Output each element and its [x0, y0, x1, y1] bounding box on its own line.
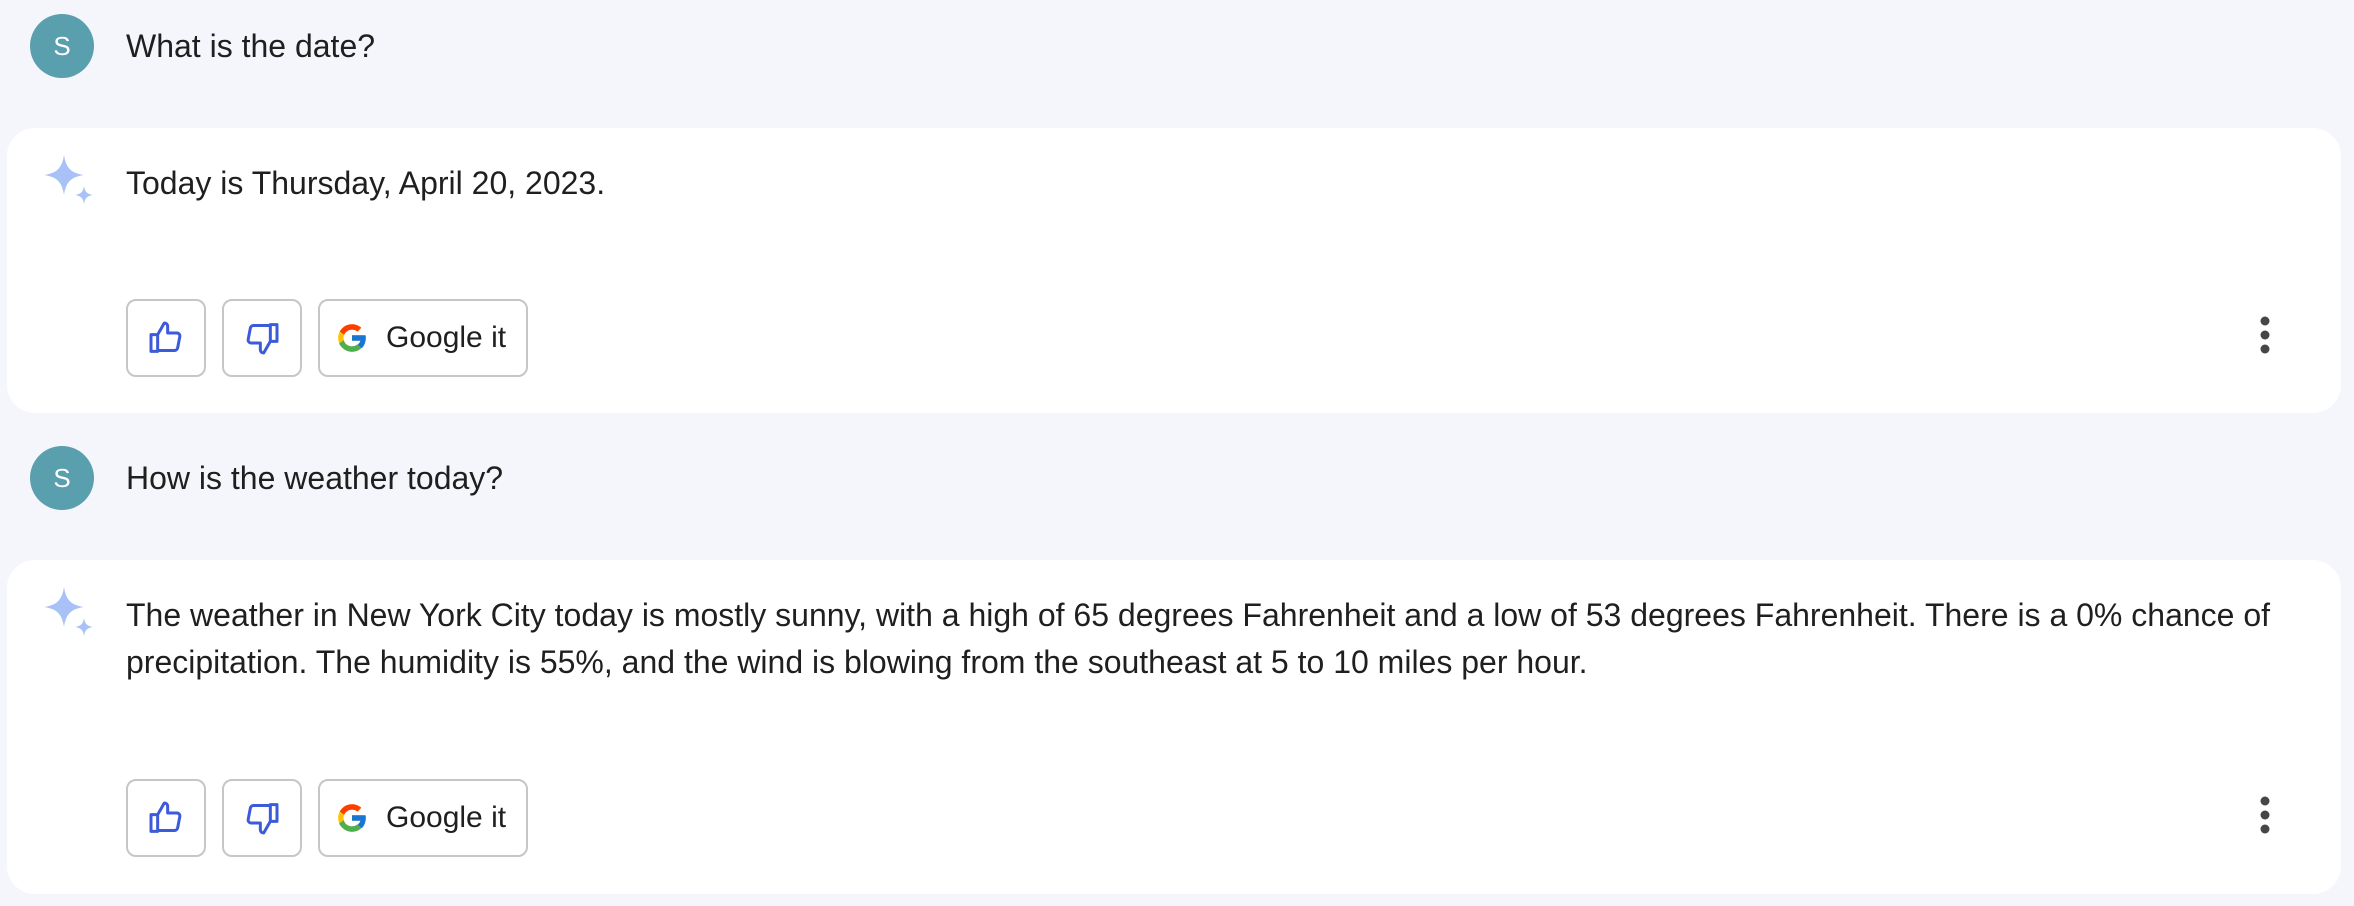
user-avatar[interactable]: S [30, 446, 94, 510]
user-message-text: How is the weather today? [126, 460, 504, 496]
more-vertical-icon [2260, 796, 2270, 834]
bot-response-card: The weather in New York City today is mo… [7, 560, 2341, 894]
sparkle-icon [44, 155, 93, 204]
google-it-label: Google it [386, 801, 507, 834]
bot-response-text: Today is Thursday, April 20, 2023. [126, 165, 606, 201]
google-logo-icon [338, 324, 367, 352]
response-actions: Google it [126, 779, 528, 859]
thumbs-down-icon [246, 803, 279, 835]
google-logo-icon [338, 804, 367, 832]
thumbs-down-button[interactable] [222, 299, 302, 377]
thumbs-up-button[interactable] [126, 299, 206, 377]
thumbs-down-button[interactable] [222, 779, 302, 857]
user-avatar[interactable]: S [30, 14, 94, 78]
thumbs-up-button[interactable] [126, 779, 206, 857]
user-message: S What is the date? [0, 0, 2354, 90]
sparkle-icon [44, 587, 93, 636]
google-it-button[interactable]: Google it [318, 779, 528, 857]
bot-response-text: The weather in New York City today is mo… [126, 597, 2271, 680]
user-message: S How is the weather today? [0, 432, 2354, 522]
thumbs-up-icon [149, 321, 182, 353]
thumbs-down-icon [246, 323, 279, 355]
more-vertical-icon [2260, 316, 2270, 354]
response-actions: Google it [126, 299, 528, 379]
more-options-button[interactable] [2245, 305, 2285, 365]
thumbs-up-icon [149, 801, 182, 833]
more-options-button[interactable] [2245, 785, 2285, 845]
user-message-text: What is the date? [126, 28, 376, 64]
google-it-label: Google it [386, 321, 507, 354]
google-it-button[interactable]: Google it [318, 299, 528, 377]
bot-response-card: Today is Thursday, April 20, 2023. Googl… [7, 128, 2341, 413]
